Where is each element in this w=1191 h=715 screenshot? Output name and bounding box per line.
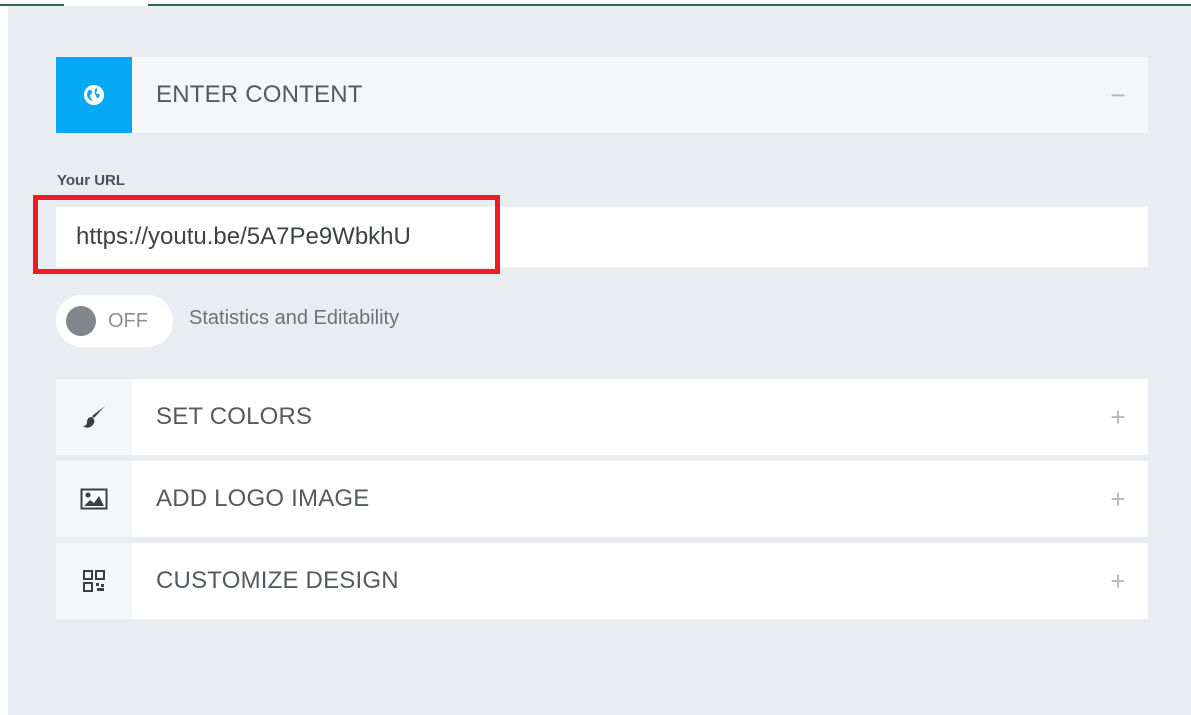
toggle-description: Statistics and Editability bbox=[189, 307, 400, 329]
customize-design-title: CUSTOMIZE DESIGN bbox=[156, 567, 399, 594]
add-logo-image-title: ADD LOGO IMAGE bbox=[156, 485, 370, 512]
add-logo-image-section[interactable]: ADD LOGO IMAGE + bbox=[56, 461, 1148, 537]
enter-content-header[interactable]: ENTER CONTENT − bbox=[56, 57, 1148, 133]
expand-plus-icon[interactable]: + bbox=[1088, 484, 1148, 515]
customize-design-icon-box bbox=[56, 543, 132, 619]
add-logo-icon-box bbox=[56, 461, 132, 537]
image-icon bbox=[80, 488, 108, 510]
expand-plus-icon[interactable]: + bbox=[1088, 566, 1148, 597]
url-input[interactable] bbox=[56, 207, 1148, 267]
statistics-toggle[interactable]: OFF bbox=[56, 295, 173, 347]
collapse-toggle-icon[interactable]: − bbox=[1088, 80, 1148, 111]
url-field-label: Your URL bbox=[57, 172, 126, 189]
brush-icon bbox=[83, 406, 105, 428]
set-colors-title: SET COLORS bbox=[156, 403, 313, 430]
enter-content-title: ENTER CONTENT bbox=[156, 81, 363, 108]
globe-icon bbox=[84, 85, 104, 105]
expand-plus-icon[interactable]: + bbox=[1088, 402, 1148, 433]
toggle-state-label: OFF bbox=[108, 309, 148, 332]
qr-code-icon bbox=[83, 570, 105, 592]
set-colors-icon-box bbox=[56, 379, 132, 455]
customize-design-section[interactable]: CUSTOMIZE DESIGN + bbox=[56, 543, 1148, 619]
enter-content-icon-box bbox=[56, 57, 132, 133]
toggle-knob bbox=[66, 306, 96, 336]
set-colors-section[interactable]: SET COLORS + bbox=[56, 379, 1148, 455]
